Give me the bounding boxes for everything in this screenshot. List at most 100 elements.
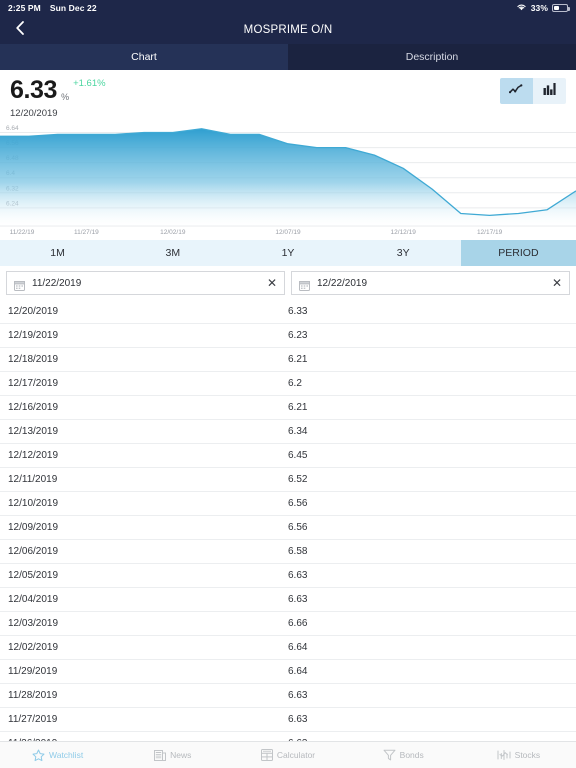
- row-date: 12/18/2019: [8, 354, 59, 365]
- table-row[interactable]: 12/02/2019 6.64: [0, 636, 576, 660]
- period-3y[interactable]: 3Y: [346, 240, 461, 266]
- row-value: 6.34: [288, 426, 308, 437]
- bottom-tab-news[interactable]: News: [115, 749, 230, 761]
- row-value: 6.63: [288, 690, 308, 701]
- bottom-tab-label: News: [170, 750, 192, 760]
- table-row[interactable]: 12/13/2019 6.34: [0, 420, 576, 444]
- x-axis-label: 12/12/19: [390, 229, 416, 236]
- table-row[interactable]: 12/03/2019 6.66: [0, 612, 576, 636]
- table-row[interactable]: 11/29/2019 6.64: [0, 660, 576, 684]
- bar-chart-button[interactable]: [533, 78, 566, 104]
- bottom-tab-bar: Watchlist News Calculator Bonds Stocks: [0, 741, 576, 768]
- bottom-tab-stocks[interactable]: Stocks: [461, 749, 576, 761]
- x-axis-label: 11/27/19: [73, 229, 99, 236]
- line-chart-button[interactable]: [500, 78, 533, 104]
- table-row[interactable]: 12/06/2019 6.58: [0, 540, 576, 564]
- bar-chart-icon: [543, 82, 556, 100]
- period-selector: 1M 3M 1Y 3Y PERIOD: [0, 240, 576, 266]
- quote-change: +1.61%: [73, 78, 106, 89]
- row-date: 12/04/2019: [8, 594, 59, 605]
- start-date-value: 11/22/2019: [32, 277, 82, 289]
- row-value: 6.63: [288, 714, 308, 725]
- wifi-icon: [516, 3, 527, 13]
- end-date-field[interactable]: 12/22/2019 ✕: [291, 271, 570, 295]
- newspaper-icon: [154, 749, 167, 761]
- row-date: 12/12/2019: [8, 450, 59, 461]
- table-row[interactable]: 12/18/2019 6.21: [0, 348, 576, 372]
- row-date: 12/06/2019: [8, 546, 59, 557]
- row-value: 6.58: [288, 546, 308, 557]
- start-date-clear-icon[interactable]: ✕: [263, 277, 277, 289]
- nav-bar: MOSPRIME O/N: [0, 16, 576, 44]
- table-row[interactable]: 12/16/2019 6.21: [0, 396, 576, 420]
- chart-canvas: 6.646.566.486.46.326.24: [0, 125, 576, 227]
- row-value: 6.66: [288, 618, 308, 629]
- end-date-value: 12/22/2019: [317, 277, 368, 289]
- price-chart[interactable]: 6.646.566.486.46.326.24: [0, 117, 576, 227]
- table-row[interactable]: 11/27/2019 6.63: [0, 708, 576, 732]
- table-row[interactable]: 12/04/2019 6.63: [0, 588, 576, 612]
- date-range-row: 11/22/2019 ✕ 12/22/2019 ✕: [0, 266, 576, 300]
- row-value: 6.21: [288, 354, 308, 365]
- period-custom[interactable]: PERIOD: [460, 240, 576, 266]
- row-date: 11/29/2019: [8, 666, 58, 677]
- bottom-tab-watchlist[interactable]: Watchlist: [0, 749, 115, 762]
- quote-header: 6.33 % +1.61% 12/20/2019: [0, 72, 576, 119]
- row-date: 12/05/2019: [8, 570, 59, 581]
- bottom-tab-calculator[interactable]: Calculator: [230, 749, 345, 761]
- bottom-tab-label: Bonds: [399, 750, 424, 760]
- table-row[interactable]: 12/20/2019 6.33: [0, 300, 576, 324]
- row-value: 6.2: [288, 378, 302, 389]
- row-value: 6.56: [288, 498, 308, 509]
- row-date: 12/11/2019: [8, 474, 58, 485]
- table-row[interactable]: 12/12/2019 6.45: [0, 444, 576, 468]
- row-date: 12/19/2019: [8, 330, 59, 341]
- row-date: 12/20/2019: [8, 306, 59, 317]
- end-date-clear-icon[interactable]: ✕: [548, 277, 562, 289]
- x-axis-label: 12/17/19: [476, 229, 503, 236]
- table-row[interactable]: 11/28/2019 6.63: [0, 684, 576, 708]
- start-date-field[interactable]: 11/22/2019 ✕: [6, 271, 285, 295]
- status-time: 2:25 PM: [8, 3, 41, 13]
- row-date: 12/02/2019: [8, 642, 59, 653]
- quote-price-row: 6.33 % +1.61%: [10, 78, 566, 103]
- row-value: 6.52: [288, 474, 308, 485]
- period-3m[interactable]: 3M: [115, 240, 230, 266]
- row-date: 12/09/2019: [8, 522, 59, 533]
- row-value: 6.56: [288, 522, 308, 533]
- star-icon: [32, 749, 45, 762]
- y-axis-label: 6.64: [6, 125, 19, 132]
- funnel-icon: [383, 749, 396, 761]
- table-row[interactable]: 12/05/2019 6.63: [0, 564, 576, 588]
- table-row[interactable]: 12/11/2019 6.52: [0, 468, 576, 492]
- bottom-tab-label: Stocks: [514, 750, 541, 760]
- bottom-tab-label: Calculator: [276, 750, 316, 760]
- status-date: Sun Dec 22: [49, 3, 97, 13]
- row-date: 11/27/2019: [8, 714, 58, 725]
- bottom-tab-bonds[interactable]: Bonds: [346, 749, 461, 761]
- chart-type-toggle: [500, 78, 566, 104]
- quote-price: 6.33: [10, 76, 58, 104]
- table-row[interactable]: 12/09/2019 6.56: [0, 516, 576, 540]
- main-tabs: Chart Description: [0, 44, 576, 70]
- chart-x-axis-labels: 11/22/19 11/27/19 12/02/19 12/07/19 12/12/19…: [0, 227, 576, 240]
- chevron-left-icon: [14, 20, 26, 41]
- row-value: 6.33: [288, 306, 308, 317]
- x-axis-label: 12/02/19: [160, 229, 186, 236]
- table-row[interactable]: 12/19/2019 6.23: [0, 324, 576, 348]
- period-1y[interactable]: 1Y: [230, 240, 345, 266]
- history-table: 12/20/2019 6.33 12/19/2019 6.23 12/18/2019 6.…: [0, 300, 576, 768]
- back-button[interactable]: [0, 20, 40, 41]
- period-1m[interactable]: 1M: [0, 240, 115, 266]
- page-title: MOSPRIME O/N: [243, 24, 333, 36]
- tab-description[interactable]: Description: [288, 44, 576, 70]
- status-bar: 2:25 PM Sun Dec 22 33%: [0, 0, 576, 16]
- table-row[interactable]: 12/17/2019 6.2: [0, 372, 576, 396]
- line-chart-icon: [508, 82, 524, 100]
- x-axis-label: 12/07/19: [275, 229, 301, 236]
- row-date: 12/13/2019: [8, 426, 59, 437]
- row-date: 12/17/2019: [8, 378, 59, 389]
- tab-chart[interactable]: Chart: [0, 44, 288, 70]
- table-row[interactable]: 12/10/2019 6.56: [0, 492, 576, 516]
- row-value: 6.64: [288, 666, 308, 677]
